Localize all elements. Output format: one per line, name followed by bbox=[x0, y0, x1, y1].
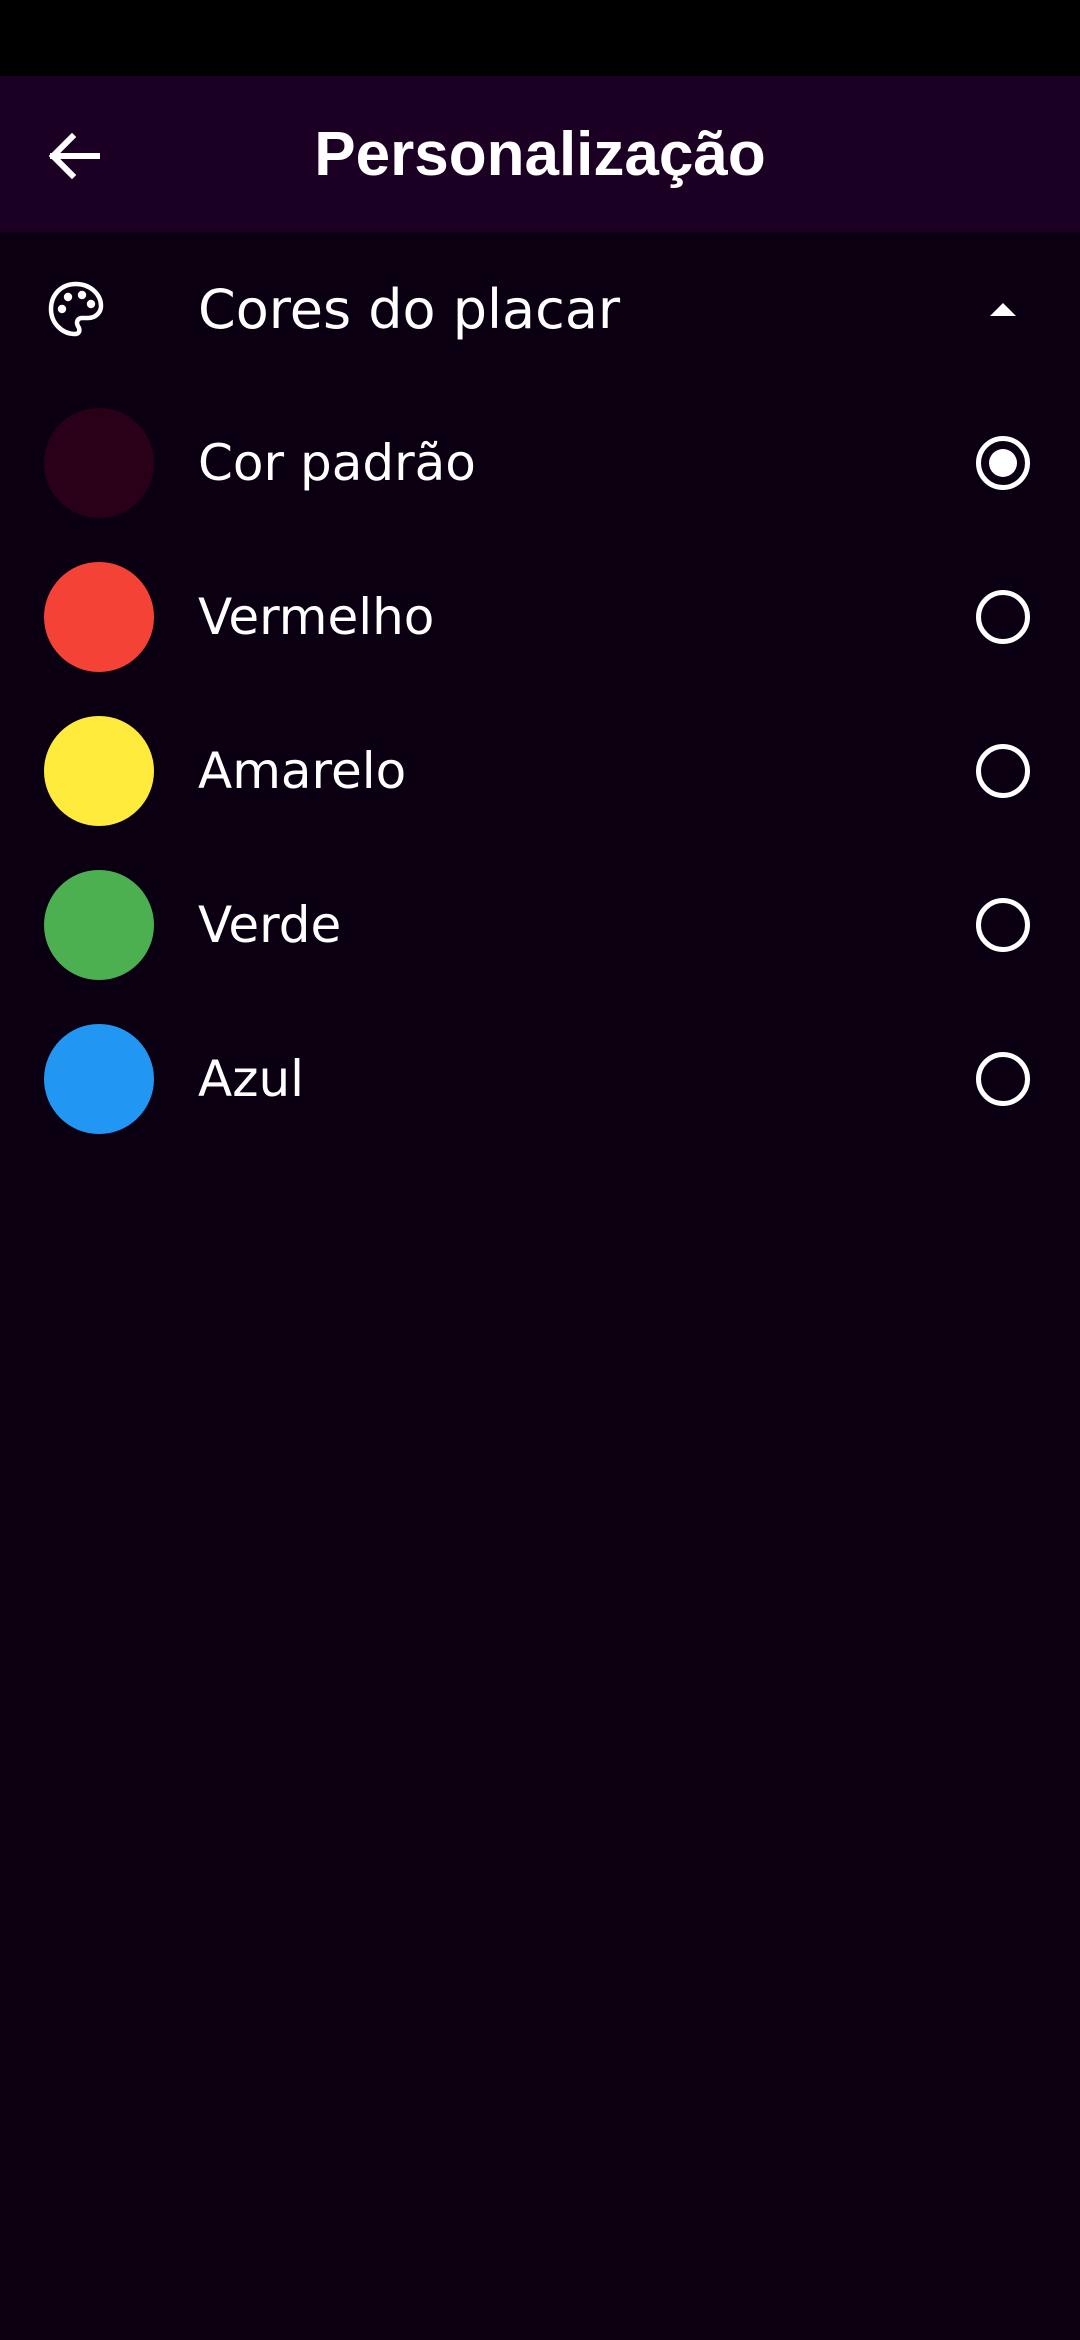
color-option-label: Cor padrão bbox=[198, 434, 476, 492]
radio-unselected[interactable] bbox=[975, 743, 1031, 799]
radio-unselected[interactable] bbox=[975, 589, 1031, 645]
color-option-row[interactable]: Verde bbox=[0, 848, 1080, 1002]
color-option-label: Vermelho bbox=[198, 588, 435, 646]
color-option-row[interactable]: Amarelo bbox=[0, 694, 1080, 848]
color-option-label: Verde bbox=[198, 896, 342, 954]
color-swatch bbox=[44, 1024, 154, 1134]
caret-up-icon[interactable] bbox=[988, 300, 1018, 318]
color-swatch bbox=[44, 716, 154, 826]
back-button[interactable] bbox=[34, 116, 114, 196]
palette-icon bbox=[48, 281, 104, 337]
section-header-scoreboard-colors[interactable]: Cores do placar bbox=[0, 232, 1080, 386]
section-title: Cores do placar bbox=[198, 277, 621, 341]
color-option-row[interactable]: Vermelho bbox=[0, 540, 1080, 694]
page-title: Personalização bbox=[314, 119, 766, 189]
color-option-label: Amarelo bbox=[198, 742, 407, 800]
radio-unselected[interactable] bbox=[975, 1051, 1031, 1107]
color-option-row[interactable]: Cor padrão bbox=[0, 386, 1080, 540]
status-bar bbox=[0, 0, 1080, 76]
arrow-left-icon bbox=[48, 133, 100, 179]
color-option-label: Azul bbox=[198, 1050, 305, 1108]
color-option-row[interactable]: Azul bbox=[0, 1002, 1080, 1156]
radio-unselected[interactable] bbox=[975, 897, 1031, 953]
radio-selected[interactable] bbox=[975, 435, 1031, 491]
color-swatch bbox=[44, 562, 154, 672]
app-bar: Personalização bbox=[0, 76, 1080, 232]
color-swatch bbox=[44, 408, 154, 518]
color-swatch bbox=[44, 870, 154, 980]
